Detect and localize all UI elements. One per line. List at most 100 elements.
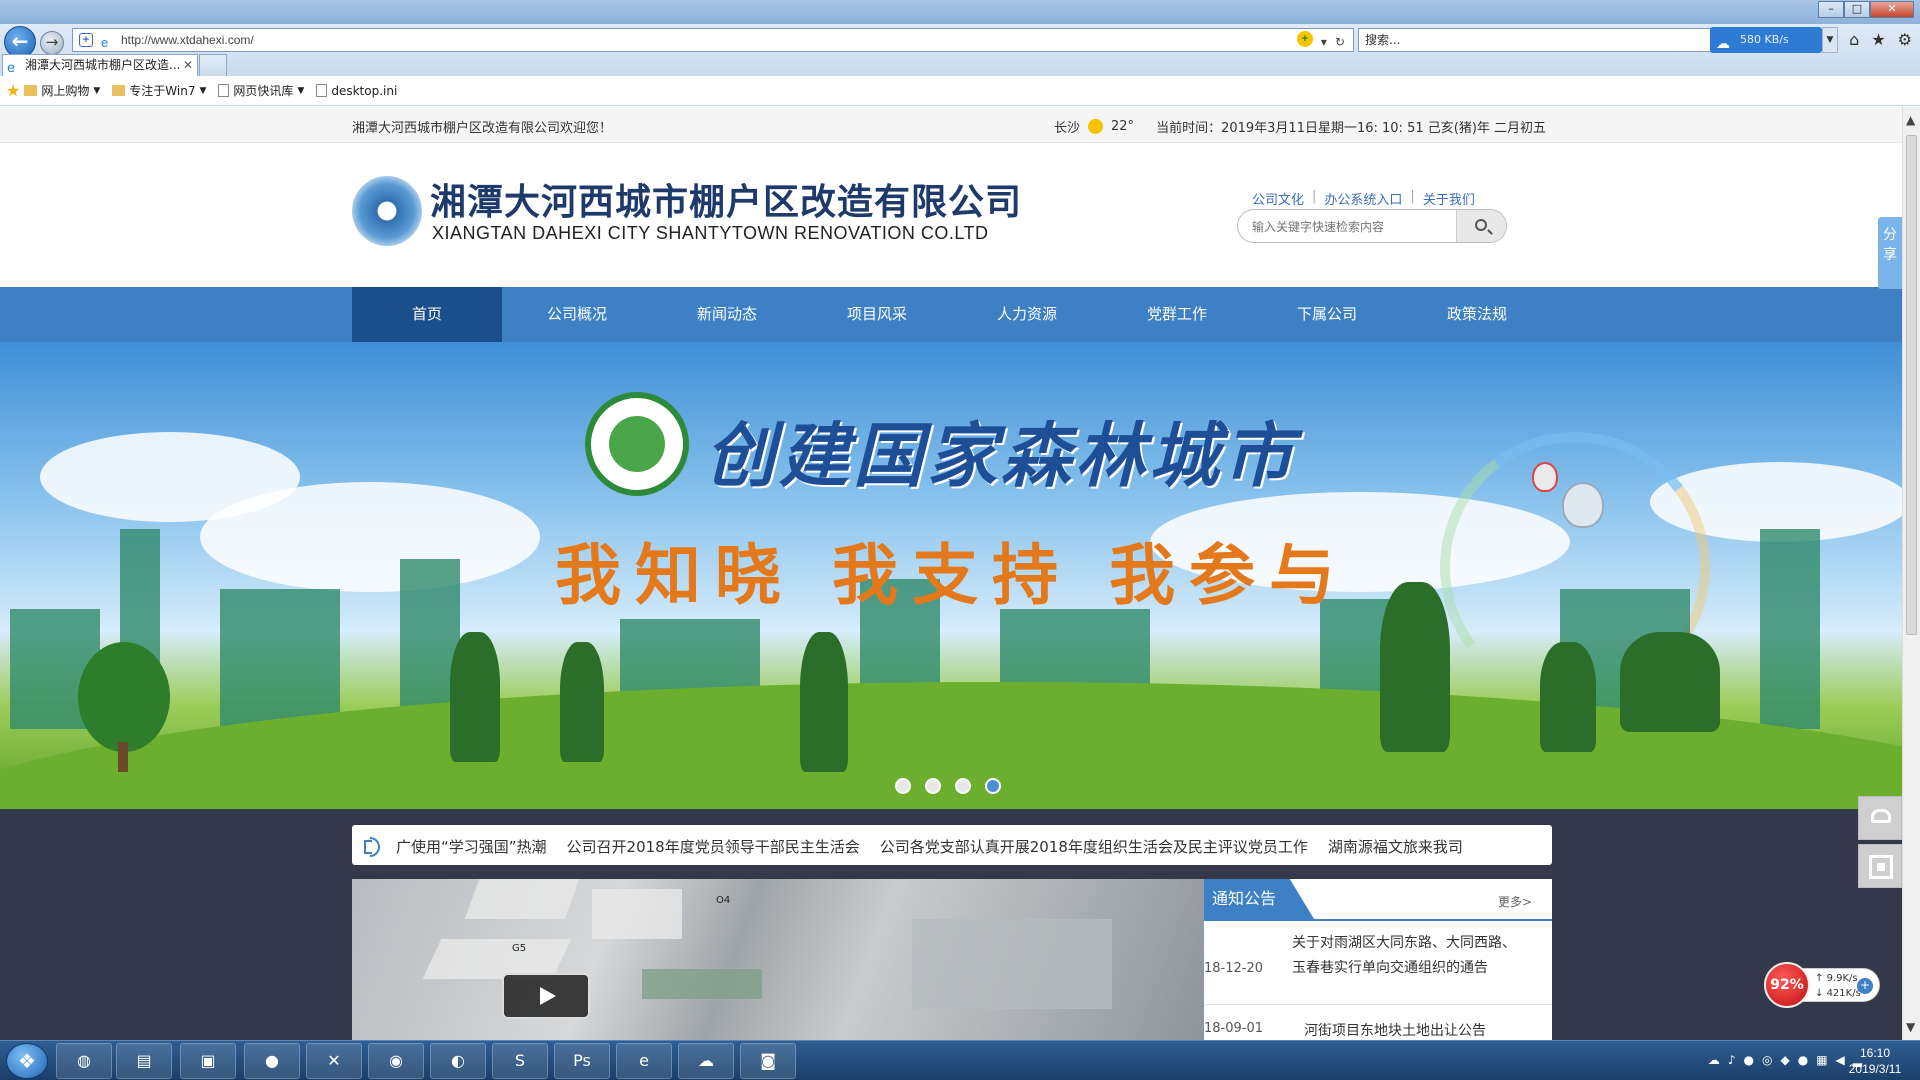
tray-bell-icon[interactable]: ♪ <box>1728 1053 1736 1067</box>
company-name-cn[interactable]: 湘潭大河西城市棚户区改造有限公司 <box>430 173 1022 225</box>
scroll-up-icon[interactable]: ▲ <box>1906 113 1915 127</box>
compat-view-icon[interactable]: + <box>79 33 93 47</box>
ticker-item[interactable]: 湖南源福文旅来我司 <box>1328 836 1463 857</box>
taskbar-app-x-icon[interactable]: ✕ <box>306 1043 362 1079</box>
fav-item-desktop-ini[interactable]: desktop.ini <box>316 84 397 98</box>
site-header: 湘潭大河西城市棚户区改造有限公司 XIANGTAN DAHEXI CITY SH… <box>0 143 1902 283</box>
browser-tab-active[interactable]: e 湘潭大河西城市棚户区改造... ✕ <box>2 54 198 76</box>
memory-usage-badge[interactable]: 92% <box>1764 962 1810 1008</box>
nav-home[interactable]: 首页 <box>352 287 502 342</box>
settings-gear-icon[interactable]: ⚙ <box>1898 30 1912 49</box>
nav-company-overview[interactable]: 公司概况 <box>502 287 652 342</box>
refresh-icon[interactable]: ↻ <box>1335 31 1345 53</box>
notice-item[interactable]: 18-09-01 河街项目东地块土地出让公告 <box>1204 1019 1552 1040</box>
accelerate-plus-icon[interactable]: + <box>1857 978 1873 994</box>
nav-news[interactable]: 新闻动态 <box>652 287 802 342</box>
share-sidebar-button[interactable]: 分享 <box>1878 217 1902 289</box>
taskbar-chrome-icon[interactable]: ◉ <box>368 1043 424 1079</box>
speed-dropdown-icon[interactable]: ▼ <box>1822 27 1838 53</box>
fav-item-label: desktop.ini <box>331 83 398 98</box>
nav-party-work[interactable]: 党群工作 <box>1102 287 1252 342</box>
favorites-add-icon[interactable]: ★ <box>6 81 20 100</box>
taskbar-app-s-icon[interactable]: S <box>492 1043 548 1079</box>
site-search-input[interactable] <box>1252 217 1452 237</box>
notice-text[interactable]: 河街项目东地块土地出让公告 <box>1304 1019 1540 1040</box>
tray-wechat-icon[interactable]: ◎ <box>1762 1053 1772 1067</box>
nav-policies[interactable]: 政策法规 <box>1402 287 1552 342</box>
download-speed-text: 580 KB/s <box>1740 33 1789 46</box>
tab-close-icon[interactable]: ✕ <box>183 55 193 76</box>
slide-dot-4[interactable] <box>985 778 1001 794</box>
network-speed-panel: ↑ 9.9K/s ↓ 421K/s + <box>1800 968 1880 1002</box>
site-search-button[interactable] <box>1456 210 1506 242</box>
network-monitor-widget[interactable]: ↑ 9.9K/s ↓ 421K/s + 92% <box>1764 960 1888 1010</box>
fav-item-webslice[interactable]: 网页快讯库 ▼ <box>218 82 304 99</box>
company-logo-icon[interactable] <box>352 176 422 246</box>
taskbar-app-bird-icon[interactable]: ● <box>244 1043 300 1079</box>
chevron-down-icon: ▼ <box>93 85 101 96</box>
taskbar-clock[interactable]: 16:10 2019/3/11 <box>1838 1045 1912 1077</box>
forest-city-emblem-icon <box>585 392 689 496</box>
tray-cloud-icon[interactable]: ☁ <box>1708 1053 1720 1067</box>
address-bar[interactable]: + e http://www.xtdahexi.com/ + ▾ ↻ <box>72 28 1354 52</box>
tray-network-icon[interactable]: ▦ <box>1816 1053 1827 1067</box>
taskbar-app-360-icon[interactable]: ◍ <box>56 1043 112 1079</box>
taskbar-ie-icon[interactable]: e <box>616 1043 672 1079</box>
page-scrollbar[interactable]: ▲ ▼ <box>1902 107 1920 1040</box>
link-about-us[interactable]: 关于我们 <box>1423 189 1475 208</box>
balloon-icon <box>1532 462 1558 492</box>
taskbar-explorer-icon[interactable]: ▤ <box>116 1043 172 1079</box>
play-button[interactable] <box>502 973 590 1019</box>
content-section: 广使用“学习强国”热潮 公司召开2018年度党员领导干部民主生活会 公司各党支部… <box>0 809 1902 1040</box>
taskbar-computer-icon[interactable]: ▣ <box>180 1043 236 1079</box>
url-text[interactable]: http://www.xtdahexi.com/ <box>121 33 254 47</box>
tray-360-icon[interactable]: ● <box>1744 1053 1754 1067</box>
link-office-system[interactable]: 办公系统入口 <box>1324 189 1402 208</box>
browser-search-input[interactable]: 搜索... <box>1358 28 1712 52</box>
contact-phone-button[interactable] <box>1858 796 1902 840</box>
notice-title: 通知公告 <box>1204 879 1314 919</box>
slide-dot-1[interactable] <box>895 778 911 794</box>
ticker-item[interactable]: 公司召开2018年度党员领导干部民主生活会 <box>567 836 860 857</box>
fav-item-label: 网页快讯库 <box>233 84 294 98</box>
notice-item[interactable]: 18-12-20 关于对雨湖区大同东路、大同西路、玉春巷实行单向交通组织的通告 <box>1204 931 1552 1005</box>
hero-banner[interactable]: 创建国家森林城市 我知晓 我支持 我参与 <box>0 342 1902 809</box>
slide-dot-3[interactable] <box>955 778 971 794</box>
taskbar-photoshop-icon[interactable]: Ps <box>554 1043 610 1079</box>
new-tab-button[interactable] <box>199 54 227 76</box>
tray-green-icon[interactable]: ● <box>1798 1053 1808 1067</box>
browser-tool-icons: ⌂ ★ ⚙ <box>1849 30 1912 49</box>
scroll-down-icon[interactable]: ▼ <box>1906 1020 1915 1034</box>
qr-code-button[interactable] <box>1858 844 1902 888</box>
ticker-item[interactable]: 广使用“学习强国”热潮 <box>396 836 547 857</box>
favorites-star-icon[interactable]: ★ <box>1871 30 1885 49</box>
forward-button[interactable]: → <box>40 31 64 55</box>
map-block <box>464 879 580 919</box>
taskbar-app-green-icon[interactable]: ◐ <box>430 1043 486 1079</box>
slide-dot-2[interactable] <box>925 778 941 794</box>
tray-app-icon[interactable]: ◆ <box>1780 1053 1789 1067</box>
maximize-button[interactable]: □ <box>1844 1 1870 18</box>
fav-item-win7[interactable]: 专注于Win7 ▼ <box>112 82 206 99</box>
video-player[interactable]: O4 G5 <box>352 879 1204 1040</box>
taskbar-camera-icon[interactable]: ◙ <box>740 1043 796 1079</box>
ticker-item[interactable]: 公司各党支部认真开展2018年度组织生活会及民主评议党员工作 <box>880 836 1308 857</box>
close-window-button[interactable]: ✕ <box>1870 1 1914 18</box>
notice-text[interactable]: 关于对雨湖区大同东路、大同西路、玉春巷实行单向交通组织的通告 <box>1292 931 1528 981</box>
start-button[interactable] <box>6 1043 48 1079</box>
home-icon[interactable]: ⌂ <box>1849 30 1859 49</box>
download-speed-widget[interactable]: ☁ 580 KB/s <box>1710 27 1822 53</box>
scroll-thumb[interactable] <box>1906 135 1917 635</box>
runner-silhouette <box>560 642 604 762</box>
nav-hr[interactable]: 人力资源 <box>952 287 1102 342</box>
nav-subsidiaries[interactable]: 下属公司 <box>1252 287 1402 342</box>
address-dropdown-icon[interactable]: ▾ <box>1321 31 1327 53</box>
notice-more-link[interactable]: 更多> <box>1498 893 1532 910</box>
minimize-button[interactable]: – <box>1818 1 1844 18</box>
fav-item-shopping[interactable]: 网上购物 ▼ <box>24 82 100 99</box>
tree-graphic <box>78 642 170 752</box>
security-icon[interactable]: + <box>1296 31 1313 47</box>
link-company-culture[interactable]: 公司文化 <box>1252 189 1304 208</box>
nav-projects[interactable]: 项目风采 <box>802 287 952 342</box>
taskbar-cloud-icon[interactable]: ☁ <box>678 1043 734 1079</box>
